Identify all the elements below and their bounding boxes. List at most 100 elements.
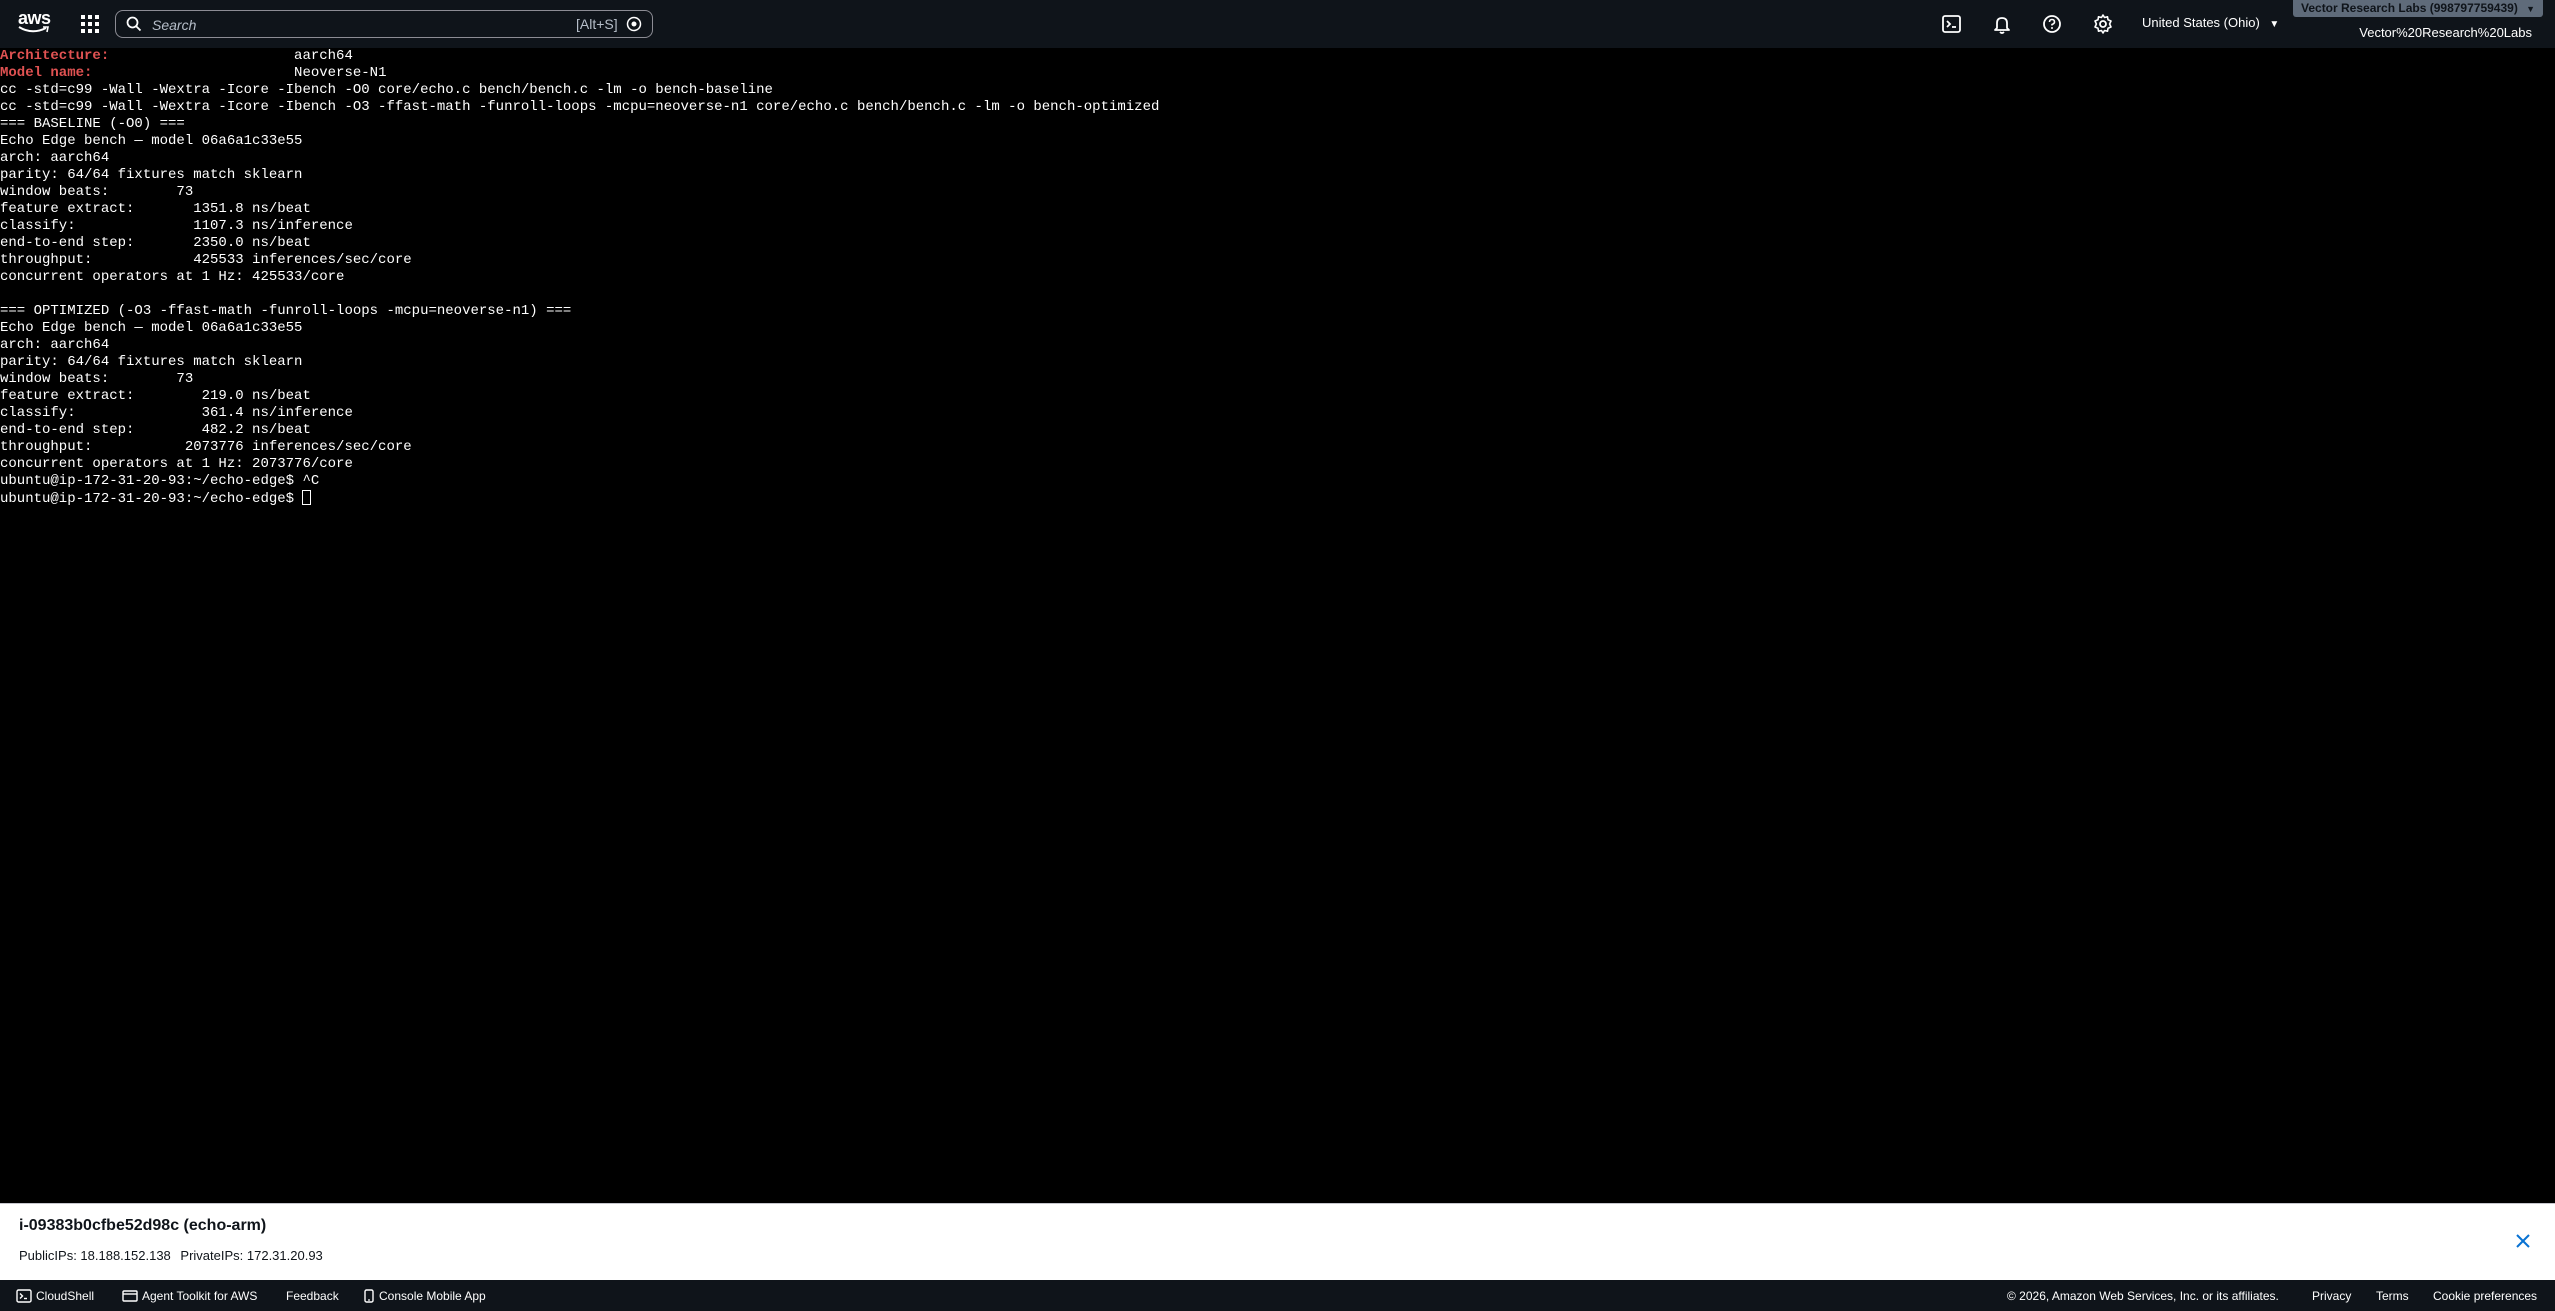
terminal-line: arch: aarch64 [0, 150, 2555, 167]
instance-info-panel: i-09383b0cfbe52d98c (echo-arm) PublicIPs… [0, 1203, 2555, 1280]
terminal-text: === BASELINE (-O0) === [0, 116, 185, 132]
terminal-line: ubuntu@ip-172-31-20-93:~/echo-edge$ [0, 490, 2555, 507]
instance-ips: PublicIPs: 18.188.152.138 PrivateIPs: 17… [19, 1248, 329, 1263]
terminal-icon [1942, 15, 1961, 33]
grid-icon [81, 15, 99, 33]
terminal-text: classify: 1107.3 ns/inference [0, 218, 353, 234]
terminal-text: ubuntu@ip-172-31-20-93:~/echo-edge$ [0, 491, 303, 507]
terminal-text: Echo Edge bench — model 06a6a1c33e55 [0, 133, 303, 149]
gear-icon [2094, 14, 2112, 34]
search-icon [126, 16, 142, 32]
caret-down-icon: ▼ [2269, 19, 2280, 30]
footer-agent-toolkit-label: Agent Toolkit for AWS [142, 1289, 258, 1303]
terminal-line: parity: 64/64 fixtures match sklearn [0, 167, 2555, 184]
terminal-line: concurrent operators at 1 Hz: 425533/cor… [0, 269, 2555, 286]
search-shortcut-hint: [Alt+S] [576, 16, 618, 32]
circle-x-icon [626, 16, 642, 32]
region-label: United States (Ohio) [2142, 15, 2260, 30]
private-ips: PrivateIPs: 172.31.20.93 [180, 1248, 323, 1263]
services-menu-button[interactable] [78, 12, 102, 36]
terminal-icon [16, 1289, 32, 1303]
top-navigation: aws [Alt+S] [0, 0, 2555, 48]
terminal-line: arch: aarch64 [0, 337, 2555, 354]
caret-down-icon: ▼ [2526, 4, 2536, 14]
account-badge-label: Vector Research Labs (998797759439) [2301, 1, 2518, 15]
terminal-line: parity: 64/64 fixtures match sklearn [0, 354, 2555, 371]
terminal-line: concurrent operators at 1 Hz: 2073776/co… [0, 456, 2555, 473]
terminal-line: window beats: 73 [0, 371, 2555, 388]
instance-title: i-09383b0cfbe52d98c (echo-arm) [19, 1217, 267, 1234]
terminal-line: === OPTIMIZED (-O3 -ffast-math -funroll-… [0, 303, 2555, 320]
terminal-text: end-to-end step: 482.2 ns/beat [0, 422, 311, 438]
terminal-line: cc -std=c99 -Wall -Wextra -Icore -Ibench… [0, 99, 2555, 116]
footer-agent-toolkit-button[interactable]: Agent Toolkit for AWS [122, 1289, 257, 1303]
terminal-line: classify: 1107.3 ns/inference [0, 218, 2555, 235]
footer-cloudshell-button[interactable]: CloudShell [16, 1289, 94, 1303]
terminal-text: concurrent operators at 1 Hz: 2073776/co… [0, 456, 353, 472]
console-footer: CloudShell Agent Toolkit for AWS Feedbac… [0, 1280, 2555, 1311]
terminal-line: end-to-end step: 482.2 ns/beat [0, 422, 2555, 439]
settings-button[interactable] [2091, 12, 2115, 36]
terminal-text: arch: aarch64 [0, 337, 110, 353]
region-selector[interactable]: United States (Ohio) ▼ [2142, 15, 2279, 30]
terminal-text: concurrent operators at 1 Hz: 425533/cor… [0, 269, 345, 285]
terminal-label: Model name: [0, 65, 93, 81]
search-box[interactable]: [Alt+S] [115, 10, 653, 38]
bell-icon [1994, 17, 2010, 34]
cloudshell-button[interactable] [1940, 12, 1964, 36]
footer-terms-link[interactable]: Terms [2376, 1289, 2409, 1303]
terminal-text: window beats: 73 [0, 184, 194, 200]
terminal-text: ubuntu@ip-172-31-20-93:~/echo-edge$ ^C [0, 473, 320, 489]
footer-console-mobile-label: Console Mobile App [379, 1289, 486, 1303]
help-button[interactable] [2040, 12, 2064, 36]
terminal-text: classify: 361.4 ns/inference [0, 405, 353, 421]
terminal-label: Architecture: [0, 48, 110, 64]
terminal-line: window beats: 73 [0, 184, 2555, 201]
footer-copyright: © 2026, Amazon Web Services, Inc. or its… [2007, 1289, 2279, 1303]
terminal-line: === BASELINE (-O0) === [0, 116, 2555, 133]
search-input[interactable] [150, 14, 534, 36]
terminal-line: Echo Edge bench — model 06a6a1c33e55 [0, 133, 2555, 150]
close-panel-button[interactable] [2513, 1231, 2533, 1251]
terminal-text: cc -std=c99 -Wall -Wextra -Icore -Ibench… [0, 99, 1160, 115]
terminal-cursor [302, 490, 312, 505]
toolkit-icon [122, 1290, 138, 1302]
terminal-text: end-to-end step: 2350.0 ns/beat [0, 235, 311, 251]
terminal-text: arch: aarch64 [0, 150, 110, 166]
aws-smile-icon [18, 26, 49, 33]
footer-privacy-link[interactable]: Privacy [2312, 1289, 2351, 1303]
terminal-line: ubuntu@ip-172-31-20-93:~/echo-edge$ ^C [0, 473, 2555, 490]
footer-console-mobile-link[interactable]: Console Mobile App [363, 1289, 486, 1303]
notifications-button[interactable] [1990, 12, 2014, 36]
terminal-line: end-to-end step: 2350.0 ns/beat [0, 235, 2555, 252]
terminal-text: === OPTIMIZED (-O3 -ffast-math -funroll-… [0, 303, 572, 319]
terminal-text: feature extract: 219.0 ns/beat [0, 388, 311, 404]
terminal-text: throughput: 425533 inferences/sec/core [0, 252, 412, 268]
aws-logo[interactable]: aws [16, 8, 52, 38]
terminal-line: cc -std=c99 -Wall -Wextra -Icore -Ibench… [0, 82, 2555, 99]
terminal-text: cc -std=c99 -Wall -Wextra -Icore -Ibench… [0, 82, 773, 98]
terminal-text: aarch64 [109, 48, 353, 64]
terminal-text: window beats: 73 [0, 371, 194, 387]
footer-feedback-link[interactable]: Feedback [286, 1289, 339, 1303]
terminal-line: Echo Edge bench — model 06a6a1c33e55 [0, 320, 2555, 337]
terminal-line: throughput: 2073776 inferences/sec/core [0, 439, 2555, 456]
terminal-line: feature extract: 219.0 ns/beat [0, 388, 2555, 405]
terminal-text: parity: 64/64 fixtures match sklearn [0, 167, 303, 183]
terminal-text: throughput: 2073776 inferences/sec/core [0, 439, 412, 455]
question-circle-icon [2043, 15, 2061, 33]
mobile-phone-icon [364, 1289, 374, 1303]
footer-cookie-preferences-link[interactable]: Cookie preferences [2433, 1289, 2537, 1303]
cloudshell-terminal[interactable]: Architecture: aarch64 Model name: Neovers… [0, 48, 2555, 1203]
public-ips: PublicIPs: 18.188.152.138 [19, 1248, 171, 1263]
terminal-text: Neoverse-N1 [92, 65, 387, 81]
account-menu-badge[interactable]: Vector Research Labs (998797759439) ▼ [2293, 0, 2544, 17]
terminal-line: Model name: Neoverse-N1 [0, 65, 2555, 82]
terminal-line: Architecture: aarch64 [0, 48, 2555, 65]
account-name[interactable]: Vector%20Research%20Labs [2359, 25, 2532, 40]
terminal-line: classify: 361.4 ns/inference [0, 405, 2555, 422]
footer-cloudshell-label: CloudShell [36, 1289, 95, 1303]
terminal-text: parity: 64/64 fixtures match sklearn [0, 354, 303, 370]
terminal-line: feature extract: 1351.8 ns/beat [0, 201, 2555, 218]
